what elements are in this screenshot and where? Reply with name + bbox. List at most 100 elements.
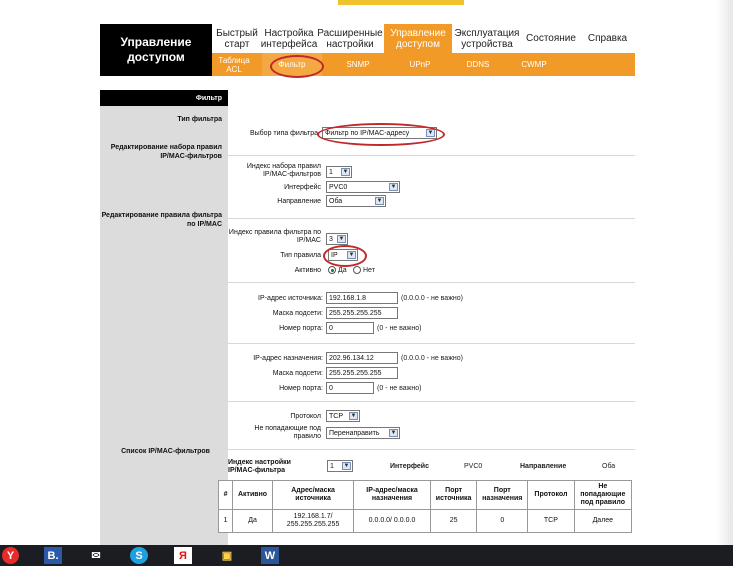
nomatch-label: Не попадающие под правило [254,425,321,440]
nomatch-select[interactable]: Перенаправить ▼ [326,427,400,439]
src-ip-label: IP-адрес источника [258,295,321,302]
label-edit-set: Редактирование набора правил IP/MAC-филь… [110,144,222,160]
direction-value: Оба [329,197,343,205]
chevron-down-icon: ▼ [375,197,384,205]
col-header: IP-адрес/маска назначения [353,480,431,510]
subtab-acl[interactable]: Таблица ACL [212,53,256,76]
table-cell: Да [232,509,274,533]
tab-maintenance[interactable]: Эксплуатация устройства [452,24,522,53]
tab-help[interactable]: Справка [580,24,635,53]
col-header: Порт источника [429,480,478,510]
interface-value: PVC0 [329,183,348,191]
rule-index-value: 3 [329,235,333,243]
list-direction-value: Оба [602,463,616,470]
interface-label: Интерфейс [284,184,321,191]
chevron-down-icon: ▼ [389,429,398,437]
tab-status[interactable]: Состояние [522,24,580,53]
store-icon[interactable]: ▣ [218,547,236,564]
subtab-cwmp[interactable]: CWMP [504,53,564,76]
skype-icon[interactable]: S [130,547,148,564]
active-yes-label: Да [338,267,347,274]
set-index-select[interactable]: 1 ▼ [326,166,352,178]
list-index-select[interactable]: 1 ▼ [327,460,353,472]
list-direction-label: Направление [520,463,567,470]
set-index-label: Индекс набора правил IP/MAC-фильтров [246,163,321,178]
direction-label: Направление [277,198,321,205]
label-filter-type: Тип фильтра [177,116,222,123]
divider [228,218,635,219]
table-cell: TCP [527,509,575,533]
dst-ip-input[interactable]: 202.96.134.12 [326,352,398,364]
tab-advanced[interactable]: Расширенные настройки [316,24,384,53]
router-header: Управление доступом Быстрый старт Настро… [100,24,635,76]
active-no-label: Нет [363,267,375,274]
col-header: Порт назначения [476,480,529,510]
colon: : [321,310,323,317]
word-icon[interactable]: W [261,547,279,564]
table-cell: 0.0.0.0/ 0.0.0.0 [353,509,431,533]
table-header-row: # Активно Адрес/маска источника IP-адрес… [217,480,633,510]
col-header: # [217,480,234,510]
browser-top-area [0,0,733,24]
src-ip-input[interactable]: 192.168.1.8 [326,292,398,304]
list-interface-value: PVC0 [464,463,483,470]
dst-mask-input[interactable]: 255.255.255.255 [326,367,398,379]
chevron-down-icon: ▼ [349,412,358,420]
src-ip-hint: (0.0.0.0 - не важно) [401,295,463,302]
table-cell: Далее [573,509,633,533]
rule-index-select[interactable]: 3 ▼ [326,233,348,245]
list-index-value: 1 [330,462,334,470]
table-row: 1 Да 192.168.1.7/ 255.255.255.255 0.0.0.… [217,509,633,533]
filter-list-table: # Активно Адрес/маска источника IP-адрес… [217,480,633,533]
subtab-ddns[interactable]: DDNS [448,53,508,76]
divider [228,343,635,344]
divider [228,155,635,156]
table-cell: 0 [476,509,529,533]
colon: : [321,370,323,377]
subtab-upnp[interactable]: UPnP [390,53,450,76]
col-header: Протокол [527,480,575,510]
divider [228,282,635,283]
colon: : [321,325,323,332]
table-cell: 192.168.1.7/ 255.255.255.255 [272,509,355,533]
tab-access-control[interactable]: Управление доступом [384,24,452,53]
divider [228,401,635,402]
src-port-hint: (0 - не важно) [377,325,422,332]
filter-type-label: Выбор типа фильтра [249,130,318,137]
tab-quick-start[interactable]: Быстрый старт [212,24,262,53]
protocol-label: Протокол [290,413,321,420]
mail-icon[interactable]: ✉ [87,547,105,564]
col-header: Не попадающие под правило [573,480,633,510]
table-cell: 25 [429,509,478,533]
divider [228,449,635,450]
taskbar: Y B. ✉ S Я ▣ W [0,545,733,566]
colon: : [321,295,323,302]
src-port-input[interactable]: 0 [326,322,374,334]
nomatch-value: Перенаправить [329,429,380,437]
highlight-filter-tab [270,55,324,78]
b-app-icon[interactable]: B. [44,547,62,564]
yandex-icon[interactable]: Я [174,547,192,564]
rule-type-label: Тип правила [280,252,321,259]
set-index-value: 1 [329,168,333,176]
col-header: Активно [232,480,274,510]
protocol-select[interactable]: TCP ▼ [326,410,360,422]
col-header: Адрес/маска источника [272,480,355,510]
subtab-snmp[interactable]: SNMP [328,53,388,76]
src-mask-input[interactable]: 255.255.255.255 [326,307,398,319]
highlight-filter-type [317,123,445,146]
tab-interface-setup[interactable]: Настройка интерфейса [261,24,318,53]
direction-select[interactable]: Оба ▼ [326,195,386,207]
list-interface-label: Интерфейс [390,463,429,470]
chevron-down-icon: ▼ [341,168,350,176]
yandex-browser-icon[interactable]: Y [2,547,19,564]
chevron-down-icon: ▼ [389,183,398,191]
active-label: Активно [294,267,321,274]
active-no-radio[interactable] [353,266,361,274]
label-edit-rule: Редактирование правила фильтра по IP/MAC [101,212,222,228]
protocol-value: TCP [329,412,343,420]
dst-port-input[interactable]: 0 [326,382,374,394]
interface-select[interactable]: PVC0 ▼ [326,181,400,193]
dst-port-hint: (0 - не важно) [377,385,422,392]
active-yes-radio[interactable] [328,266,336,274]
